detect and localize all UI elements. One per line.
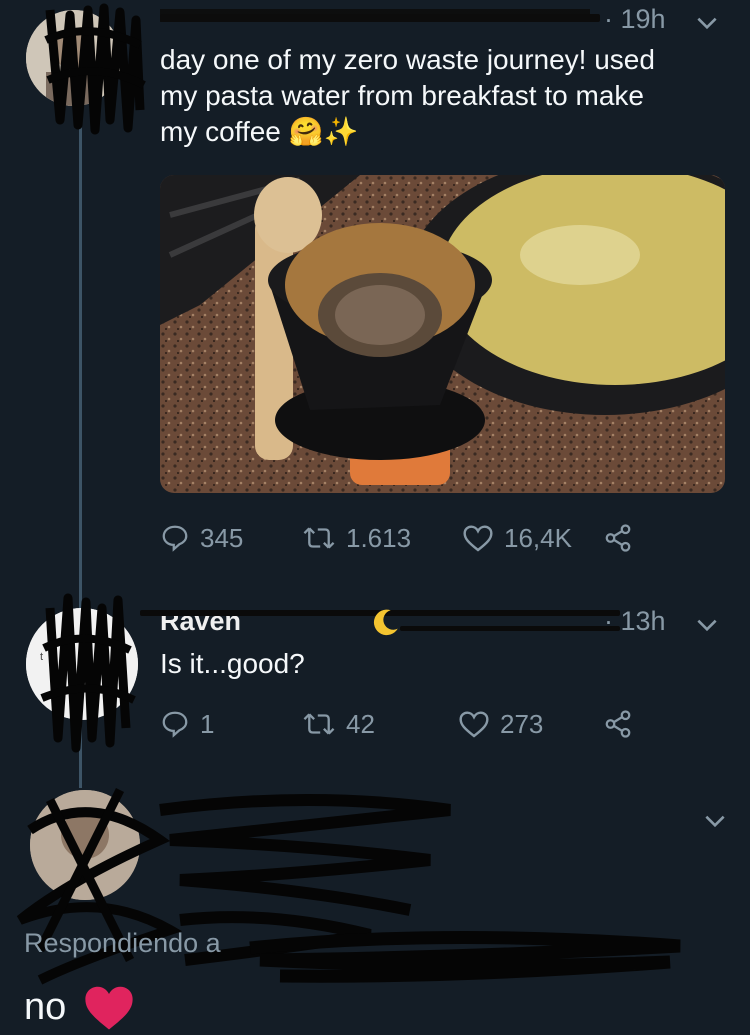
reply-icon bbox=[162, 525, 188, 552]
reply-count: 345 bbox=[200, 522, 244, 553]
like-icon bbox=[459, 711, 489, 738]
tweet-text: day one of my zero waste journey! used m… bbox=[160, 42, 730, 150]
tweet-text-line: my pasta water from breakfast to make bbox=[160, 80, 644, 111]
reply-button[interactable]: 345 bbox=[160, 523, 302, 554]
like-count: 273 bbox=[500, 708, 544, 739]
retweet-button[interactable]: 1.613 bbox=[302, 523, 462, 554]
redaction-scribble bbox=[40, 593, 136, 753]
tweet-photo[interactable] bbox=[160, 175, 725, 493]
hug-sparkles-emoji: 🤗✨ bbox=[288, 116, 359, 147]
share-icon bbox=[605, 524, 631, 552]
share-icon bbox=[605, 710, 631, 738]
tweet-text-fragment: my coffee bbox=[160, 116, 281, 147]
chevron-down-icon[interactable] bbox=[694, 612, 720, 638]
moon-emoji bbox=[373, 609, 398, 636]
red-heart-emoji bbox=[85, 986, 133, 1030]
reply-count: 1 bbox=[200, 708, 215, 739]
reply-icon bbox=[162, 711, 188, 738]
tweet-text: no bbox=[24, 982, 136, 1032]
redacted-name-fragment bbox=[160, 0, 590, 22]
redaction-scribble bbox=[249, 930, 681, 983]
tweet-time: · 13h bbox=[604, 606, 666, 636]
chevron-down-icon[interactable] bbox=[694, 10, 720, 36]
replying-to-label: Respondiendo a bbox=[24, 928, 221, 958]
tweet-actions: 345 1.613 16,4K bbox=[160, 518, 660, 558]
share-button[interactable] bbox=[602, 523, 634, 553]
redaction-scribble bbox=[44, 3, 146, 135]
like-count: 16,4K bbox=[504, 522, 572, 553]
like-button[interactable]: 273 bbox=[458, 709, 602, 740]
tweet-text-line: day one of my zero waste journey! used bbox=[160, 44, 655, 75]
chevron-down-icon[interactable] bbox=[702, 808, 728, 834]
coffee-pasta-photo bbox=[160, 175, 725, 493]
tweet-actions: 1 42 273 bbox=[160, 704, 660, 744]
retweet-count: 1.613 bbox=[346, 522, 412, 553]
redacted-handle bbox=[400, 626, 620, 631]
retweet-count: 42 bbox=[346, 708, 375, 739]
retweet-button[interactable]: 42 bbox=[302, 709, 458, 740]
tweet-text-line: my coffee 🤗✨ bbox=[160, 114, 730, 150]
retweet-icon bbox=[303, 527, 335, 549]
share-button[interactable] bbox=[602, 709, 634, 739]
like-icon bbox=[463, 525, 493, 552]
tweet-text: Is it...good? bbox=[160, 648, 305, 679]
like-button[interactable]: 16,4K bbox=[462, 523, 602, 554]
retweet-icon bbox=[303, 713, 335, 735]
tweet-time: · 19h bbox=[604, 4, 666, 34]
tweet-text-content: no bbox=[24, 985, 67, 1028]
reply-button[interactable]: 1 bbox=[160, 709, 302, 740]
